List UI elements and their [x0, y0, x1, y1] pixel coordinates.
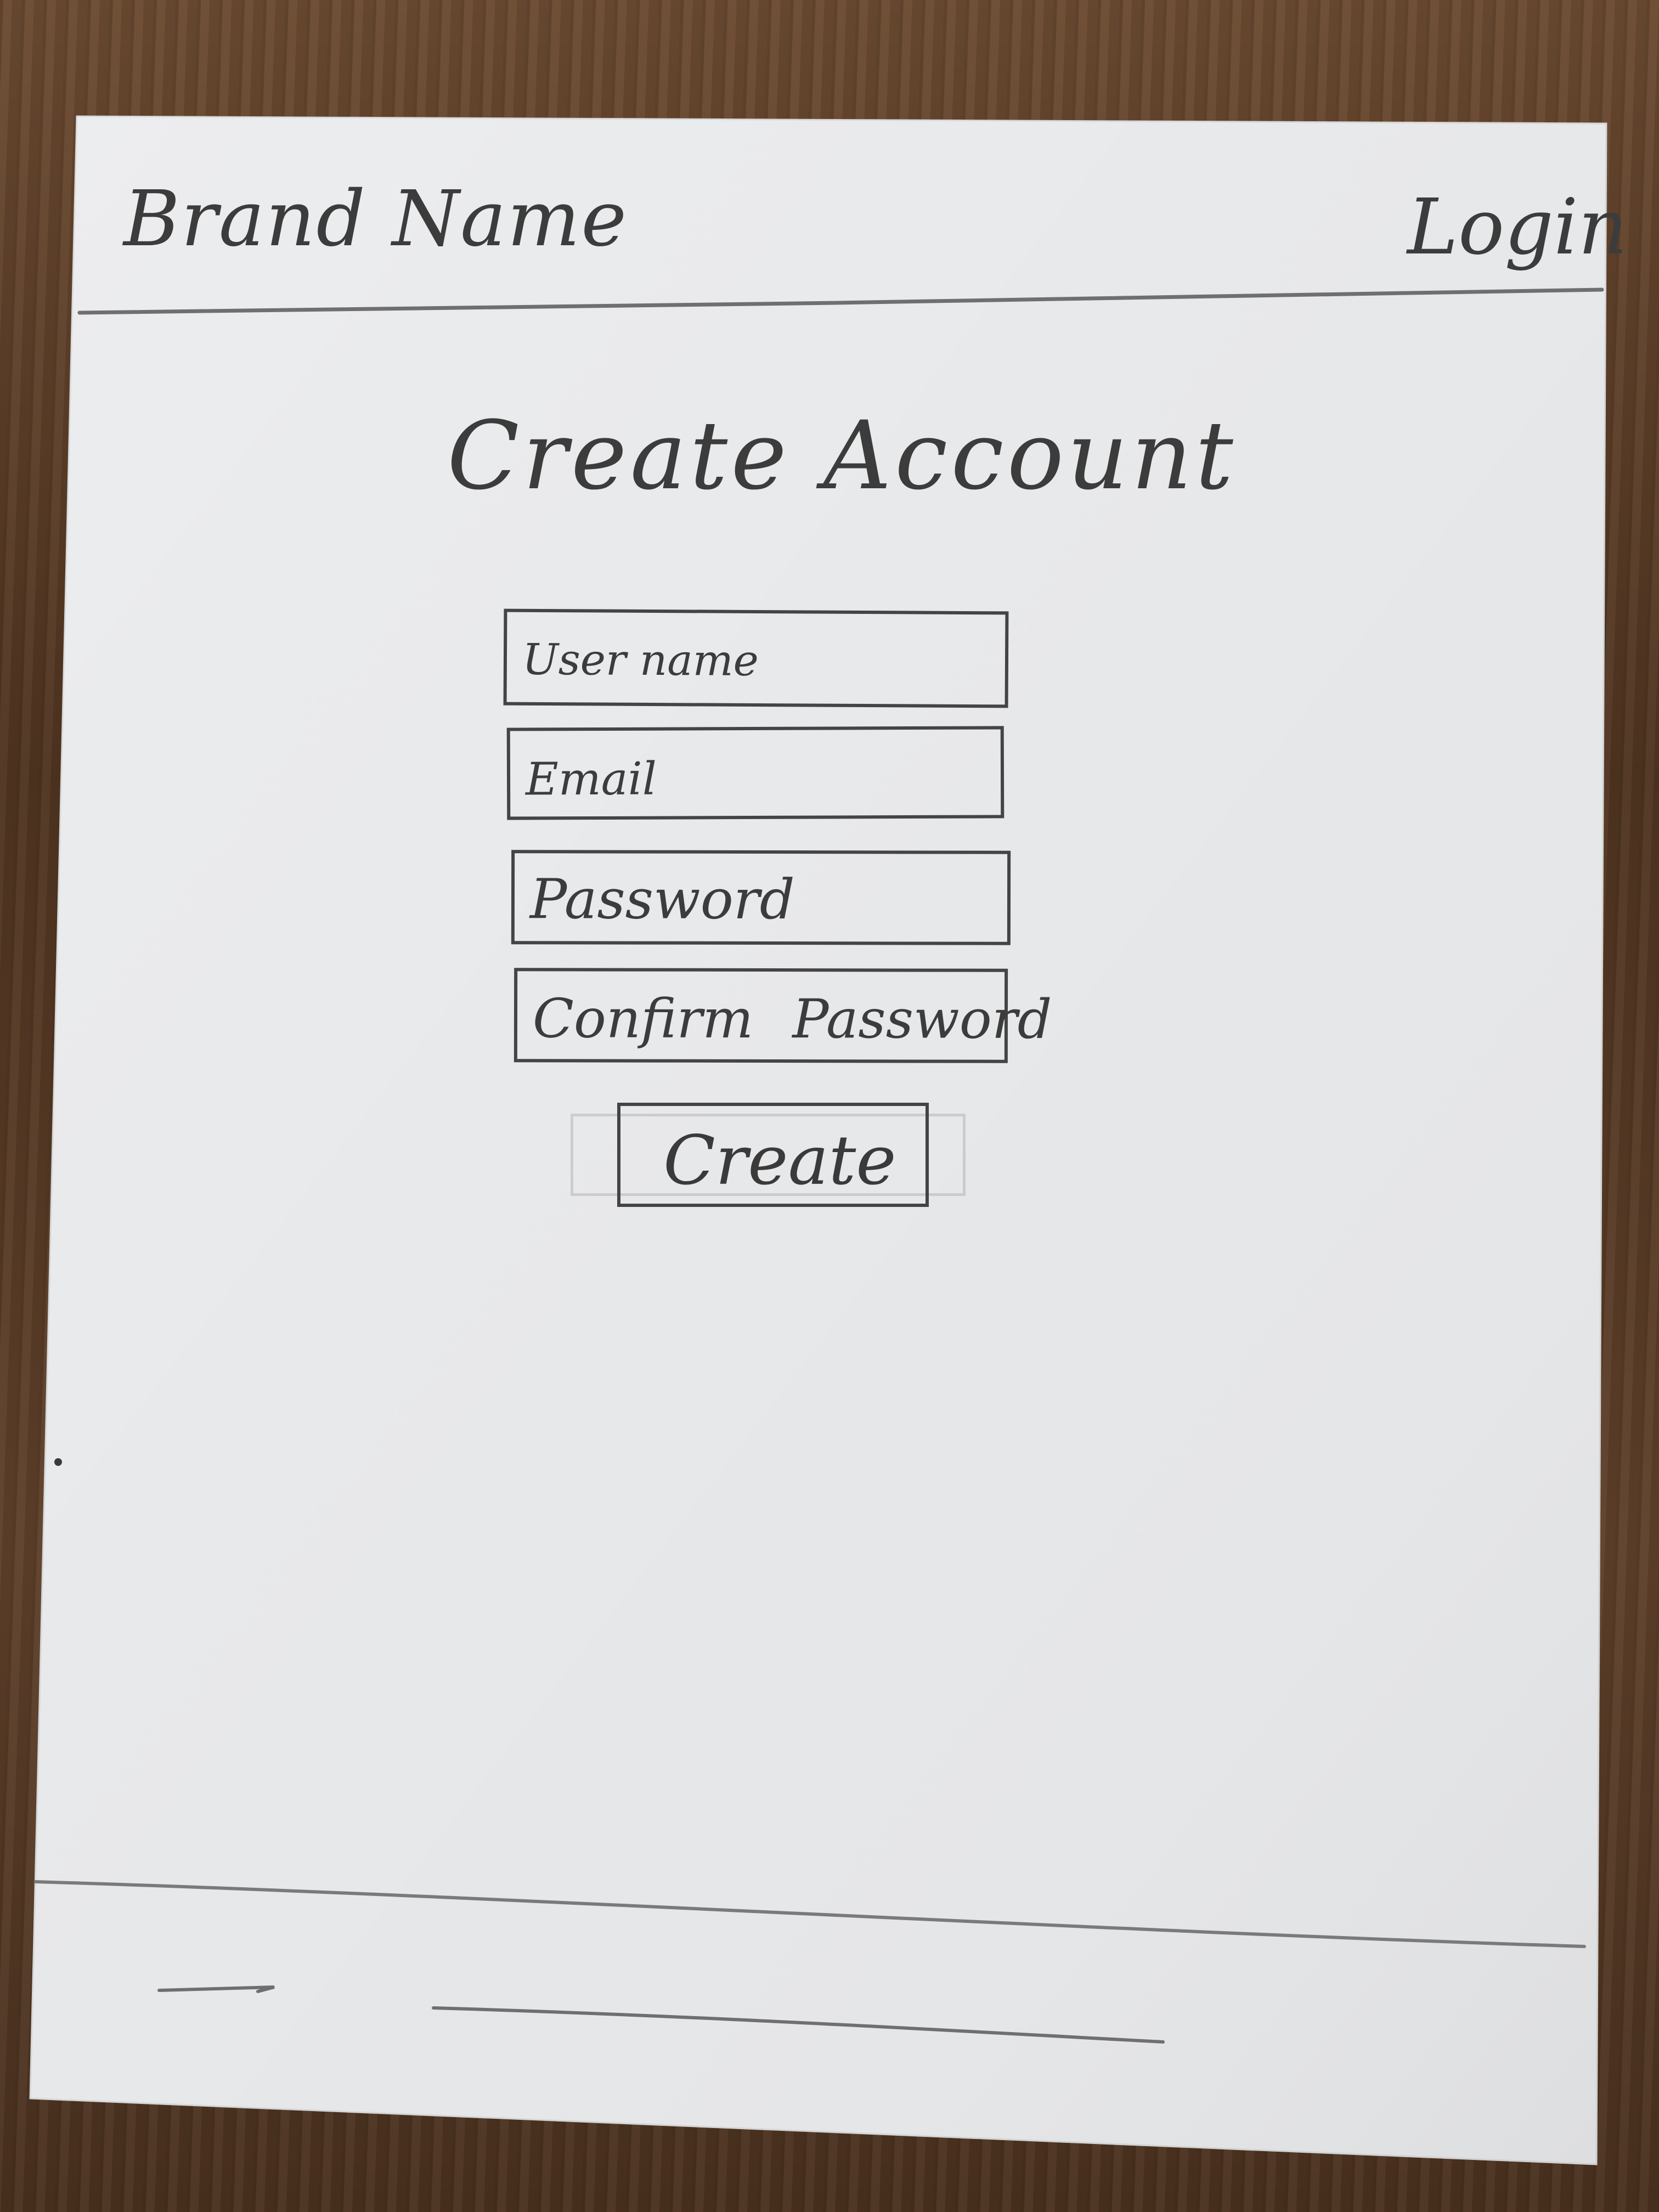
- confirm-password-placeholder: Confirm Password: [532, 988, 1052, 1051]
- page-title: Create Account: [447, 400, 1237, 511]
- username-field[interactable]: User name: [503, 608, 1009, 708]
- password-field[interactable]: Password: [511, 850, 1011, 945]
- brand-name[interactable]: Brand Name: [123, 181, 628, 258]
- confirm-password-field[interactable]: Confirm Password: [514, 968, 1052, 1063]
- create-button-label: Create: [663, 1121, 896, 1200]
- email-field[interactable]: Email: [506, 726, 1005, 820]
- username-placeholder: User name: [522, 635, 759, 686]
- password-placeholder: Password: [529, 867, 795, 932]
- paper-sketch: Brand Name Login Create Account User nam…: [0, 0, 1659, 2212]
- email-placeholder: Email: [525, 753, 657, 806]
- login-link[interactable]: Login: [1407, 189, 1628, 266]
- create-button[interactable]: Create: [617, 1103, 929, 1207]
